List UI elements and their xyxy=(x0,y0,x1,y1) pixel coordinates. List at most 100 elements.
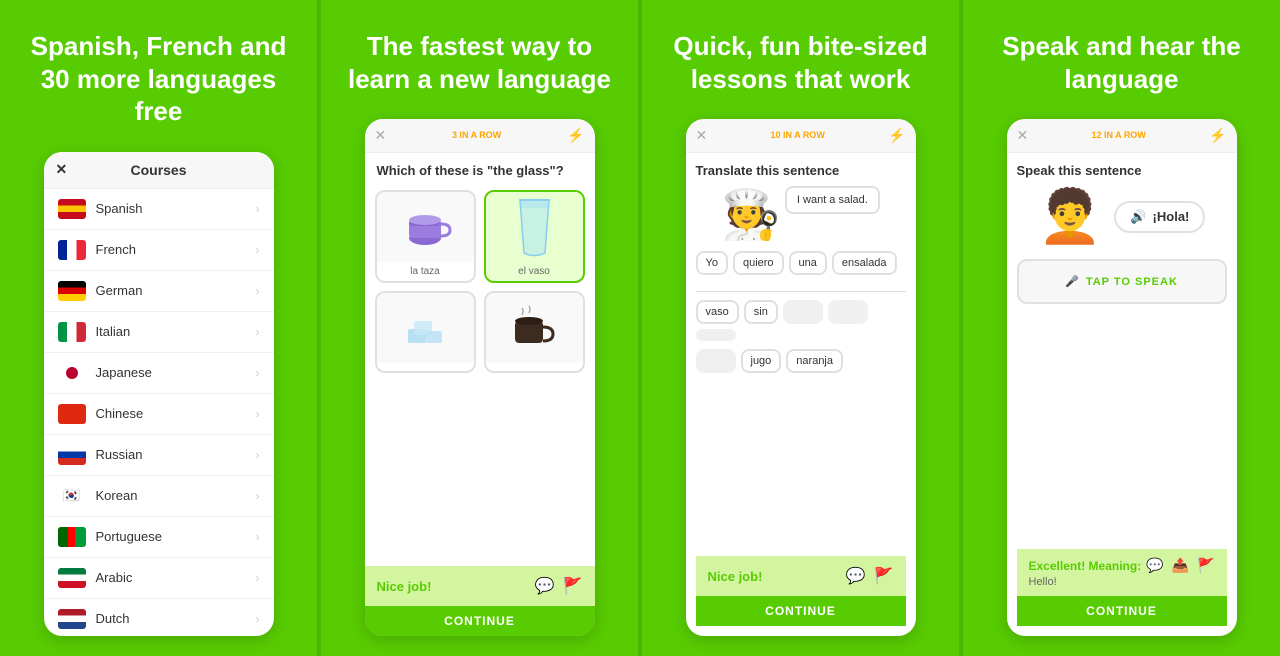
panel-4-title: Speak and hear the language xyxy=(983,30,1260,95)
footer-icons-3: 💬 🚩 xyxy=(846,566,894,586)
course-name: Portuguese xyxy=(96,529,256,544)
chevron-right-icon: › xyxy=(256,530,260,544)
continue-button-4[interactable]: CONTINUE xyxy=(1017,596,1227,626)
quiz-body: Which of these is "the glass"? la taza e… xyxy=(365,153,595,636)
nice-job-label: Nice job! xyxy=(377,579,432,594)
word-chip[interactable]: Yo xyxy=(696,251,728,275)
mic-icon: 🎤 xyxy=(1065,275,1080,288)
course-name: Dutch xyxy=(96,611,256,626)
list-item[interactable]: Arabic › xyxy=(44,558,274,599)
flag-china xyxy=(58,404,86,424)
flag-icon[interactable]: 🚩 xyxy=(563,576,583,596)
word-chip-empty-2 xyxy=(828,300,868,324)
chevron-right-icon: › xyxy=(256,407,260,421)
quiz-top-bar: ✕ 3 IN A ROW ⚡ xyxy=(375,127,585,144)
word-chip-naranja[interactable]: naranja xyxy=(786,349,843,373)
word-chip-vaso[interactable]: vaso xyxy=(696,300,739,324)
streak-badge: 3 IN A ROW xyxy=(452,130,501,140)
list-item[interactable]: Spanish › xyxy=(44,189,274,230)
lightning-icon-4: ⚡ xyxy=(1209,127,1226,144)
flag-japan xyxy=(58,363,86,383)
excellent-label: Excellent! Meaning: xyxy=(1029,559,1142,573)
list-item[interactable]: Dutch › xyxy=(44,599,274,637)
speech-bubble: I want a salad. xyxy=(785,186,880,214)
flag-netherlands xyxy=(58,609,86,629)
chevron-right-icon: › xyxy=(256,366,260,380)
tap-to-speak-button[interactable]: 🎤 TAP TO SPEAK xyxy=(1017,259,1227,304)
option-label-ice xyxy=(421,363,429,371)
continue-button-3[interactable]: CONTINUE xyxy=(696,596,906,626)
option-label-coffee xyxy=(530,363,538,371)
quiz-option-cup[interactable]: la taza xyxy=(375,190,476,283)
flag-icon-4[interactable]: 🚩 xyxy=(1197,557,1214,574)
panel-4: Speak and hear the language ✕ 12 IN A RO… xyxy=(959,0,1280,656)
panel-2: The fastest way to learn a new language … xyxy=(317,0,638,656)
course-name: French xyxy=(96,242,256,257)
list-item[interactable]: Italian › xyxy=(44,312,274,353)
option-image-glass xyxy=(486,192,583,262)
speak-body: Speak this sentence 🧑‍🦱 🔊 ¡Hola! 🎤 TAP T… xyxy=(1007,153,1237,636)
list-item[interactable]: Chinese › xyxy=(44,394,274,435)
course-name: Arabic xyxy=(96,570,256,585)
courses-header: ✕ Courses xyxy=(44,152,274,189)
close-icon[interactable]: ✕ xyxy=(375,127,387,144)
panel-1: Spanish, French and 30 more languages fr… xyxy=(0,0,317,656)
lightning-icon: ⚡ xyxy=(567,127,584,144)
character-area: 🧑‍🍳 I want a salad. xyxy=(696,186,906,243)
option-image-ice xyxy=(377,293,474,363)
course-name: Korean xyxy=(96,488,256,503)
mic-speaker-icon: 🔊 xyxy=(1130,209,1146,225)
word-chips-row2: vaso sin xyxy=(696,300,906,341)
word-chip[interactable]: quiero xyxy=(733,251,784,275)
character-figure: 🧑‍🍳 xyxy=(721,186,781,243)
list-item[interactable]: French › xyxy=(44,230,274,271)
hola-bubble: 🔊 ¡Hola! xyxy=(1114,201,1205,233)
close-icon-4[interactable]: ✕ xyxy=(1017,127,1029,144)
hola-text: ¡Hola! xyxy=(1153,209,1190,224)
speak-top-bar: ✕ 12 IN A ROW ⚡ xyxy=(1017,127,1227,144)
continue-button[interactable]: CONTINUE xyxy=(365,606,595,636)
nice-job-label-3: Nice job! xyxy=(708,569,763,584)
speak-title: Speak this sentence xyxy=(1017,163,1227,178)
course-name: Russian xyxy=(96,447,256,462)
footer-icons: 💬 🚩 xyxy=(535,576,583,596)
word-chip-sin[interactable]: sin xyxy=(744,300,778,324)
share-icon-4[interactable]: 📤 xyxy=(1172,557,1189,574)
lightning-icon-2: ⚡ xyxy=(888,127,905,144)
close-icon[interactable]: ✕ xyxy=(696,127,708,144)
chat-icon-3[interactable]: 💬 xyxy=(846,566,866,586)
word-chip-jugo[interactable]: jugo xyxy=(741,349,782,373)
word-chip[interactable]: ensalada xyxy=(832,251,897,275)
course-name: Japanese xyxy=(96,365,256,380)
word-chip[interactable]: una xyxy=(789,251,827,275)
course-name: Italian xyxy=(96,324,256,339)
option-image-coffee xyxy=(486,293,583,363)
chevron-right-icon: › xyxy=(256,571,260,585)
quiz-option-ice[interactable] xyxy=(375,291,476,373)
list-item[interactable]: German › xyxy=(44,271,274,312)
list-item[interactable]: Portuguese › xyxy=(44,517,274,558)
quiz-footer-3: Nice job! 💬 🚩 xyxy=(696,556,906,596)
chat-icon[interactable]: 💬 xyxy=(535,576,555,596)
list-item[interactable]: Russian › xyxy=(44,435,274,476)
flag-icon-3[interactable]: 🚩 xyxy=(874,566,894,586)
quiz-option-coffee[interactable] xyxy=(484,291,585,373)
list-item[interactable]: 🇰🇷 Korean › xyxy=(44,476,274,517)
list-item[interactable]: Japanese › xyxy=(44,353,274,394)
phone-mockup-3: ✕ 10 IN A ROW ⚡ Translate this sentence … xyxy=(686,119,916,636)
chevron-right-icon: › xyxy=(256,284,260,298)
translate-top-bar: ✕ 10 IN A ROW ⚡ xyxy=(696,127,906,144)
speak-header: ✕ 12 IN A ROW ⚡ xyxy=(1007,119,1237,153)
flag-spain xyxy=(58,199,86,219)
tap-to-speak-label: TAP TO SPEAK xyxy=(1086,276,1178,288)
chevron-right-icon: › xyxy=(256,243,260,257)
panel-2-title: The fastest way to learn a new language xyxy=(341,30,618,95)
close-icon[interactable]: ✕ xyxy=(56,161,68,178)
word-chips-row3: jugo naranja xyxy=(696,349,906,373)
chat-icon-4[interactable]: 💬 xyxy=(1146,557,1163,574)
quiz-option-glass[interactable]: el vaso xyxy=(484,190,585,283)
quiz-header: ✕ 3 IN A ROW ⚡ xyxy=(365,119,595,153)
course-list: Spanish › French › German › Italian › xyxy=(44,189,274,637)
meaning-text: Hello! xyxy=(1029,576,1215,588)
streak-badge-2: 10 IN A ROW xyxy=(770,130,824,140)
